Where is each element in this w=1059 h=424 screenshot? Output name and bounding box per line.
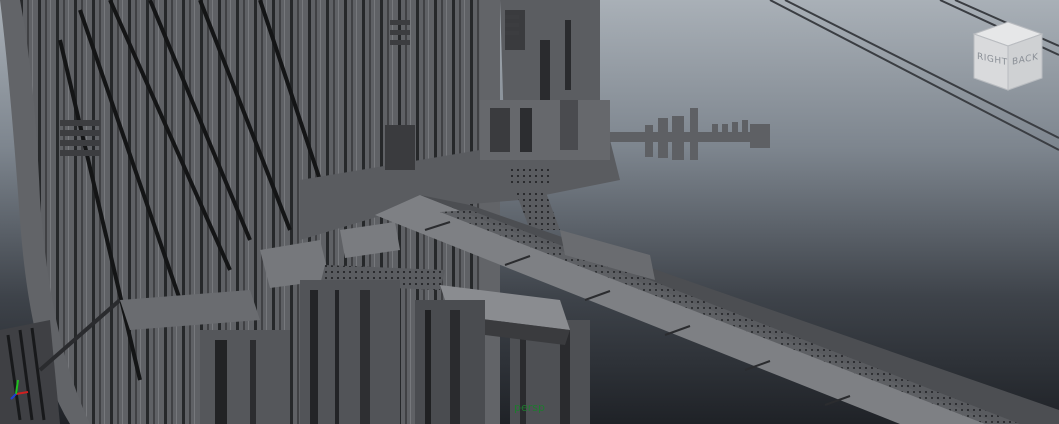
3d-scene-render[interactable] [0,0,1059,424]
axis-orientation-icon [10,379,29,400]
camera-name-label: persp [514,401,545,414]
view-cube[interactable]: RIGHT BACK [968,18,1048,98]
maya-perspective-viewport[interactable]: RIGHT BACK persp [0,0,1059,424]
